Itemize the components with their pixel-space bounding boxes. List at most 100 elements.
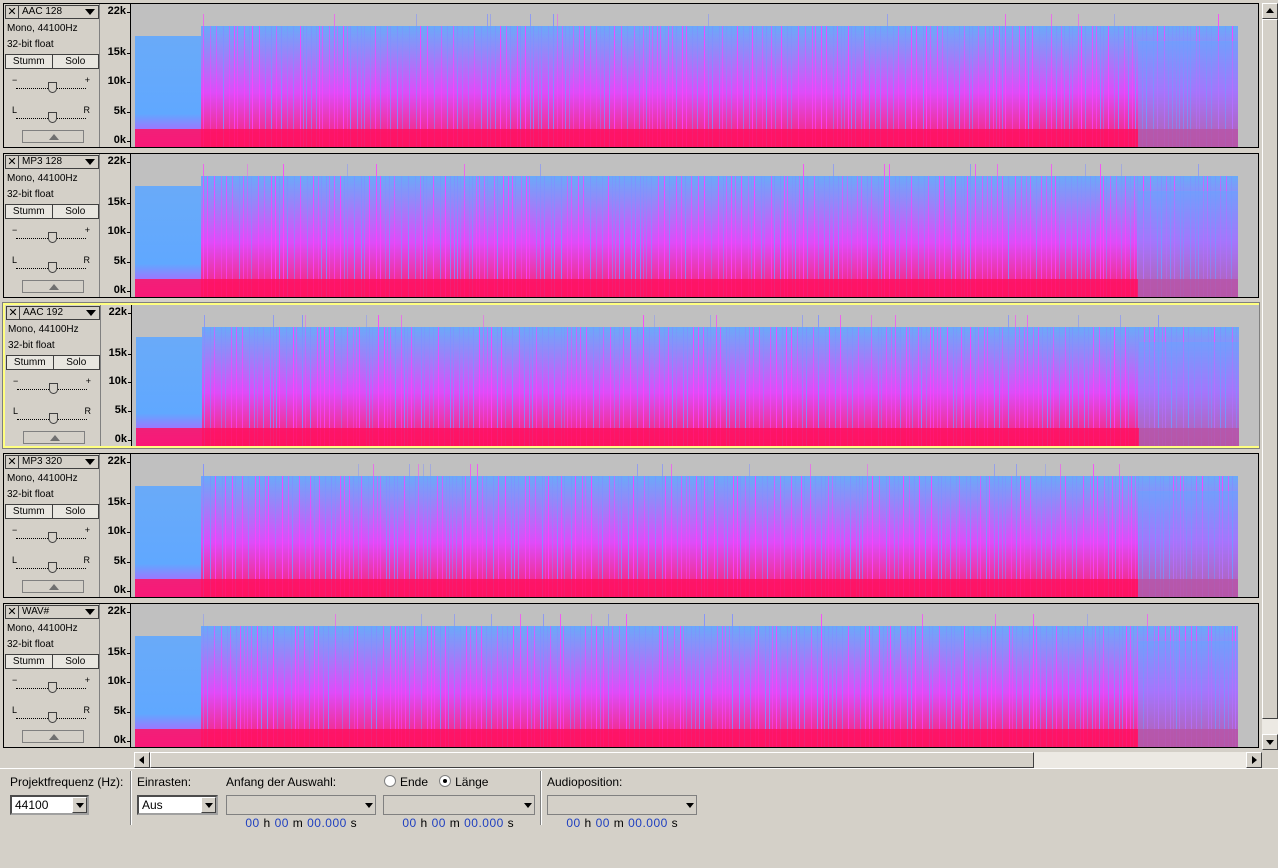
audio-track-3[interactable]: ✕ AAC 192 Mono, 44100Hz 32-bit float Stu… [2,302,1260,449]
gain-slider[interactable]: − + [12,675,90,694]
gain-slider-thumb[interactable] [49,383,58,394]
project-rate-value: 44100 [15,798,49,812]
pan-slider[interactable]: L R [12,255,90,274]
solo-button[interactable]: Solo [52,204,99,219]
gain-plus-label: + [85,376,91,386]
spectrogram[interactable] [131,454,1258,597]
spectrogram[interactable] [131,154,1258,297]
mute-button[interactable]: Stumm [6,355,54,370]
snap-value: Aus [142,798,163,812]
gain-slider[interactable]: − + [13,376,91,395]
vertical-scroll-thumb[interactable] [1262,19,1278,719]
pan-slider-thumb[interactable] [48,562,57,573]
chevron-down-icon[interactable] [524,803,532,808]
selection-length-time[interactable]: 00 h 00 m 00.000 s [383,795,535,830]
solo-button[interactable]: Solo [52,654,99,669]
mute-button[interactable]: Stumm [5,654,53,669]
close-icon[interactable]: ✕ [5,455,19,469]
frequency-ruler: 22k 15k 10k 5k 0k [100,604,131,747]
freq-tick-label: 5k [113,105,126,117]
frequency-ruler: 22k 15k 10k 5k 0k [100,454,131,597]
track-format: Mono, 44100Hz [8,324,79,335]
gain-slider-thumb[interactable] [48,232,57,243]
freq-tick-label: 22k [107,605,126,617]
gain-minus-label: − [12,75,18,85]
snap-select[interactable]: Aus [137,795,218,815]
track-name-menu[interactable]: AAC 192 [20,306,100,320]
radio-length-icon[interactable] [439,775,452,787]
solo-button[interactable]: Solo [52,54,99,69]
chevron-down-icon[interactable] [686,803,694,808]
freq-tick-label: 10k [107,75,126,87]
chevron-down-icon[interactable] [72,797,87,813]
scroll-right-arrow-icon[interactable] [1246,752,1262,768]
track-name-menu[interactable]: AAC 128 [19,5,99,19]
radio-end[interactable]: Ende [384,775,428,789]
collapse-triangle-icon [49,134,59,140]
scroll-up-arrow-icon[interactable] [1262,3,1278,19]
gain-slider-thumb[interactable] [48,682,57,693]
frequency-ruler: 22k 15k 10k 5k 0k [100,154,131,297]
solo-button[interactable]: Solo [53,355,100,370]
gain-slider[interactable]: − + [12,225,90,244]
close-icon[interactable]: ✕ [6,306,20,320]
pan-slider-thumb[interactable] [48,262,57,273]
pan-left-label: L [12,255,18,265]
selection-start-time[interactable]: 00 h 00 m 00.000 s [226,795,376,830]
pan-slider-thumb[interactable] [48,112,57,123]
close-icon[interactable]: ✕ [5,605,19,619]
chevron-down-icon[interactable] [201,797,216,813]
collapse-track-button[interactable] [23,431,85,444]
collapse-triangle-icon [49,284,59,290]
mute-button[interactable]: Stumm [5,204,53,219]
audio-track-4[interactable]: ✕ MP3 320 Mono, 44100Hz 32-bit float Stu… [3,453,1259,598]
scroll-down-arrow-icon[interactable] [1262,734,1278,750]
radio-end-icon[interactable] [384,775,396,787]
project-rate-select[interactable]: 44100 [10,795,89,815]
mute-button[interactable]: Stumm [5,504,53,519]
solo-button[interactable]: Solo [52,504,99,519]
pan-slider-thumb[interactable] [49,413,58,424]
collapse-track-button[interactable] [22,280,84,293]
track-name-menu[interactable]: MP3 320 [19,455,99,469]
freq-tick-mark [127,53,130,54]
gain-slider[interactable]: − + [12,525,90,544]
spectrogram[interactable] [132,305,1259,446]
pan-slider[interactable]: L R [12,105,90,124]
mute-button[interactable]: Stumm [5,54,53,69]
scroll-left-arrow-icon[interactable] [134,752,150,768]
chevron-down-icon[interactable] [365,803,373,808]
pan-slider-thumb[interactable] [48,712,57,723]
spectrogram[interactable] [131,604,1258,747]
track-name-menu[interactable]: MP3 128 [19,155,99,169]
pan-slider[interactable]: L R [12,555,90,574]
gain-slider-thumb[interactable] [48,82,57,93]
close-icon[interactable]: ✕ [5,5,19,19]
selection-start-group: Anfang der Auswahl: [226,775,336,789]
collapse-track-button[interactable] [22,730,84,743]
freq-tick-mark [128,313,131,314]
audio-track-5[interactable]: ✕ WAV# Mono, 44100Hz 32-bit float Stumm … [3,603,1259,748]
audio-track-2[interactable]: ✕ MP3 128 Mono, 44100Hz 32-bit float Stu… [3,153,1259,298]
horizontal-scroll-thumb[interactable] [150,752,1034,768]
close-icon[interactable]: ✕ [5,155,19,169]
gain-slider-thumb[interactable] [48,532,57,543]
pan-left-label: L [12,105,18,115]
freq-tick-label: 10k [107,525,126,537]
pan-left-label: L [13,406,19,416]
pan-slider[interactable]: L R [12,705,90,724]
track-name-menu[interactable]: WAV# [19,605,99,619]
pan-slider[interactable]: L R [13,406,91,425]
spectrogram[interactable] [131,4,1258,147]
horizontal-scrollbar[interactable] [134,752,1262,768]
gain-slider[interactable]: − + [12,75,90,94]
collapse-track-button[interactable] [22,130,84,143]
audio-track-1[interactable]: ✕ AAC 128 Mono, 44100Hz 32-bit float Stu… [3,3,1259,148]
freq-tick-mark [127,612,130,613]
freq-tick-label: 22k [107,5,126,17]
track-title-bar: ✕ WAV# [5,605,99,619]
vertical-scrollbar[interactable] [1262,3,1278,750]
collapse-track-button[interactable] [22,580,84,593]
radio-length[interactable]: Länge [439,775,488,789]
audio-position-time[interactable]: 00 h 00 m 00.000 s [547,795,697,830]
